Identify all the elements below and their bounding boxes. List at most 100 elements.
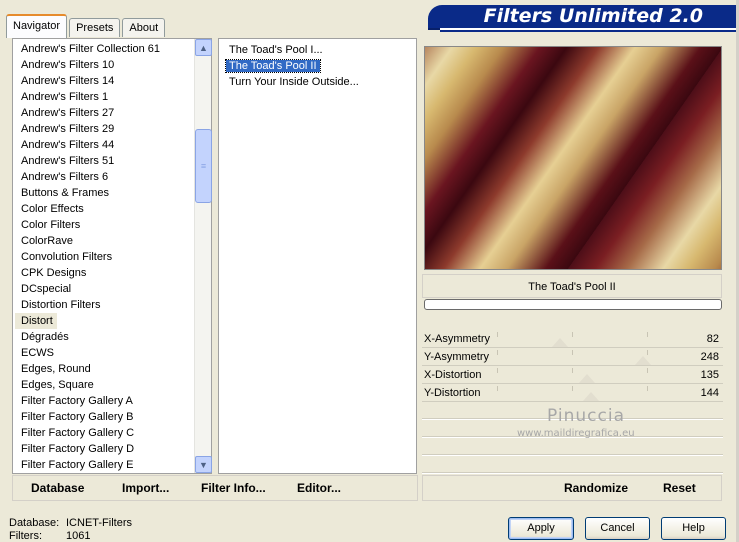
- category-item[interactable]: Andrew's Filters 51: [15, 153, 195, 169]
- right-action-bar: Randomize Reset: [422, 475, 722, 501]
- category-item[interactable]: Distort: [15, 313, 57, 329]
- filter-item-label: Turn Your Inside Outside...: [229, 76, 359, 88]
- slider-tick: [497, 350, 498, 355]
- progress-bar: [424, 299, 722, 310]
- tab-bar: Navigator Presets About: [6, 13, 167, 38]
- filter-item-label: The Toad's Pool I...: [229, 44, 323, 56]
- status-filters-label: Filters:: [9, 530, 42, 542]
- filter-item[interactable]: The Toad's Pool I...: [219, 42, 416, 58]
- category-item[interactable]: Dégradés: [15, 329, 195, 345]
- slider-tick: [647, 368, 648, 373]
- category-list: Andrew's Filter Collection 61 Andrew's Fi…: [15, 41, 195, 473]
- slider-tick: [497, 368, 498, 373]
- category-item[interactable]: ColorRave: [15, 233, 195, 249]
- cancel-button[interactable]: Cancel: [585, 517, 650, 540]
- filter-list: The Toad's Pool I... The Toad's Pool II Tu…: [219, 42, 416, 90]
- category-item[interactable]: Color Effects: [15, 201, 195, 217]
- empty-slider-row: [422, 456, 723, 474]
- slider-row[interactable]: Y-Asymmetry 248: [422, 348, 723, 366]
- category-item[interactable]: Andrew's Filter Collection 61: [15, 41, 195, 57]
- category-item[interactable]: Edges, Square: [15, 377, 195, 393]
- slider-thumb[interactable]: [578, 374, 595, 383]
- empty-slider-row: [422, 438, 723, 456]
- editor-button[interactable]: Editor...: [297, 481, 341, 495]
- slider-tick: [647, 350, 648, 355]
- category-item[interactable]: Color Filters: [15, 217, 195, 233]
- slider-thumb[interactable]: [552, 338, 569, 347]
- preview-image: [424, 46, 722, 270]
- category-item[interactable]: ECWS: [15, 345, 195, 361]
- category-item[interactable]: Andrew's Filters 44: [15, 137, 195, 153]
- category-item[interactable]: Filter Factory Gallery C: [15, 425, 195, 441]
- status-database-value: ICNET-Filters: [66, 517, 132, 529]
- category-item[interactable]: Convolution Filters: [15, 249, 195, 265]
- category-item[interactable]: CPK Designs: [15, 265, 195, 281]
- category-item[interactable]: Andrew's Filters 1: [15, 89, 195, 105]
- apply-button[interactable]: Apply: [508, 517, 574, 540]
- randomize-button[interactable]: Randomize: [564, 481, 628, 495]
- banner-stripe: [440, 28, 739, 32]
- slider-value: 82: [706, 333, 719, 345]
- left-action-bar: Database Import... Filter Info... Editor…: [12, 475, 418, 501]
- scroll-up-button[interactable]: ▲: [195, 39, 212, 56]
- slider-row[interactable]: X-Asymmetry 82: [422, 330, 723, 348]
- slider-tick: [572, 332, 573, 337]
- slider-thumb[interactable]: [635, 356, 652, 365]
- slider-row[interactable]: X-Distortion 135: [422, 366, 723, 384]
- scroll-down-button[interactable]: ▼: [195, 456, 212, 473]
- category-item[interactable]: Edges, Round: [15, 361, 195, 377]
- category-item[interactable]: Andrew's Filters 27: [15, 105, 195, 121]
- category-item[interactable]: Buttons & Frames: [15, 185, 195, 201]
- category-scrollbar[interactable]: ▲ ≡ ▼: [194, 39, 212, 473]
- slider-tick: [497, 332, 498, 337]
- database-button[interactable]: Database: [31, 481, 84, 495]
- slider-tick: [572, 350, 573, 355]
- filter-list-panel: The Toad's Pool I... The Toad's Pool II Tu…: [218, 38, 417, 474]
- status-filters-value: 1061: [66, 530, 91, 542]
- status-filters: Filters: 1061: [9, 530, 90, 542]
- status-database: Database: ICNET-Filters: [9, 517, 132, 529]
- slider-tick: [572, 386, 573, 391]
- slider-label: X-Asymmetry: [424, 333, 490, 345]
- category-item[interactable]: Filter Factory Gallery D: [15, 441, 195, 457]
- filter-info-button[interactable]: Filter Info...: [201, 481, 266, 495]
- slider-tick: [647, 332, 648, 337]
- category-item[interactable]: Andrew's Filters 14: [15, 73, 195, 89]
- filter-item[interactable]: Turn Your Inside Outside...: [219, 74, 416, 90]
- slider-row[interactable]: Y-Distortion 144: [422, 384, 723, 402]
- chevron-up-icon: ▲: [199, 42, 208, 53]
- category-item[interactable]: Distortion Filters: [15, 297, 195, 313]
- watermark-name: Pinuccia: [547, 406, 625, 426]
- slider-thumb[interactable]: [583, 392, 600, 401]
- tab-navigator[interactable]: Navigator: [6, 14, 68, 38]
- tab-about[interactable]: About: [122, 18, 166, 37]
- slider-value: 248: [700, 351, 719, 363]
- slider-label: X-Distortion: [424, 369, 482, 381]
- filter-item-label: The Toad's Pool II: [225, 59, 321, 73]
- slider-value: 144: [700, 387, 719, 399]
- category-item[interactable]: Andrew's Filters 10: [15, 57, 195, 73]
- scroll-thumb[interactable]: ≡: [195, 129, 212, 203]
- slider-tick: [572, 368, 573, 373]
- help-button[interactable]: Help: [661, 517, 726, 540]
- import-button[interactable]: Import...: [122, 481, 169, 495]
- category-item[interactable]: Filter Factory Gallery A: [15, 393, 195, 409]
- category-item[interactable]: DCspecial: [15, 281, 195, 297]
- category-item[interactable]: Filter Factory Gallery B: [15, 409, 195, 425]
- category-item[interactable]: Filter Factory Gallery E: [15, 457, 195, 473]
- status-database-label: Database:: [9, 517, 60, 529]
- tab-presets[interactable]: Presets: [69, 18, 121, 37]
- banner-title: Filters Unlimited 2.0: [428, 5, 739, 28]
- category-list-panel: Andrew's Filter Collection 61 Andrew's Fi…: [12, 38, 212, 474]
- slider-label: Y-Asymmetry: [424, 351, 489, 363]
- filter-name-label: The Toad's Pool II: [422, 274, 722, 298]
- slider-value: 135: [700, 369, 719, 381]
- chevron-down-icon: ▼: [199, 459, 208, 470]
- filter-item[interactable]: The Toad's Pool II: [219, 58, 416, 74]
- category-item[interactable]: Andrew's Filters 29: [15, 121, 195, 137]
- slider-tick: [647, 386, 648, 391]
- category-item[interactable]: Andrew's Filters 6: [15, 169, 195, 185]
- reset-button[interactable]: Reset: [663, 481, 696, 495]
- slider-tick: [497, 386, 498, 391]
- slider-label: Y-Distortion: [424, 387, 481, 399]
